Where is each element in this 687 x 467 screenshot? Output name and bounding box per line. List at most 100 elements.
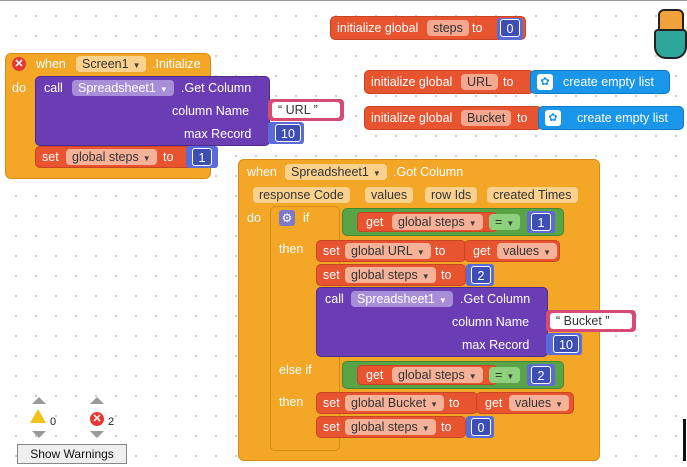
number-block[interactable]: 0 bbox=[466, 416, 494, 438]
method-name: .Get Column bbox=[460, 292, 531, 306]
show-warnings-button[interactable]: Show Warnings bbox=[17, 444, 127, 464]
component-dropdown[interactable]: Screen1 ▼ bbox=[76, 56, 147, 72]
error-icon[interactable]: ✕ bbox=[12, 57, 26, 71]
var-name-steps[interactable]: steps bbox=[427, 20, 469, 36]
number-value[interactable]: 2 bbox=[471, 266, 491, 284]
gear-icon[interactable]: ⚙ bbox=[279, 210, 295, 226]
chevron-down-icon: ▼ bbox=[468, 372, 477, 381]
param-max-record-label: max Record bbox=[462, 338, 530, 352]
number-value[interactable]: 1 bbox=[192, 148, 212, 166]
var-name-bucket[interactable]: Bucket bbox=[461, 110, 512, 126]
variable-dropdown[interactable]: global URL ▼ bbox=[345, 243, 431, 259]
variable-dropdown[interactable]: values ▼ bbox=[497, 243, 558, 259]
variable-dropdown[interactable]: values ▼ bbox=[509, 395, 570, 411]
call-get-column-block[interactable]: call Spreadsheet1 ▼ .Get Column column Na… bbox=[35, 76, 270, 146]
create-empty-list-label: create empty list bbox=[563, 75, 655, 89]
set-global-url-block[interactable]: set global URL ▼ to bbox=[316, 240, 466, 262]
operator-dropdown[interactable]: = ▼ bbox=[489, 367, 521, 383]
gear-icon[interactable]: ✿ bbox=[545, 110, 561, 126]
variable-name: global steps bbox=[398, 215, 465, 229]
call-label: call bbox=[325, 292, 344, 306]
number-block[interactable]: 1 bbox=[527, 211, 555, 233]
create-empty-list-block[interactable]: ✿ create empty list bbox=[538, 106, 684, 130]
variable-name: global Bucket bbox=[351, 396, 427, 410]
set-global-bucket-block[interactable]: set global Bucket ▼ to bbox=[316, 392, 478, 414]
variable-dropdown[interactable]: global Bucket ▼ bbox=[345, 395, 444, 411]
event-param[interactable]: response Code bbox=[253, 187, 350, 203]
do-label: do bbox=[12, 81, 26, 95]
compare-block[interactable]: get global steps ▼ = ▼ 1 bbox=[342, 208, 564, 236]
error-down-arrow-icon[interactable] bbox=[90, 431, 104, 438]
number-value[interactable]: 2 bbox=[531, 366, 551, 384]
warning-down-arrow-icon[interactable] bbox=[32, 431, 46, 438]
warning-count: 0 bbox=[50, 416, 57, 428]
get-variable-block[interactable]: get global steps ▼ bbox=[357, 212, 497, 232]
create-empty-list-block[interactable]: ✿ create empty list bbox=[530, 70, 670, 94]
event-param[interactable]: created Times bbox=[487, 187, 578, 203]
gear-icon[interactable]: ✿ bbox=[537, 74, 553, 90]
error-count: 2 bbox=[108, 416, 115, 428]
init-global-label: initialize global bbox=[371, 111, 453, 125]
variable-dropdown[interactable]: global steps ▼ bbox=[392, 367, 483, 383]
when-label: when bbox=[36, 57, 66, 71]
component-dropdown[interactable]: Spreadsheet1 ▼ bbox=[351, 291, 453, 307]
init-global-url-block[interactable]: initialize global URL to bbox=[364, 70, 534, 94]
component-dropdown[interactable]: Spreadsheet1 ▼ bbox=[285, 164, 387, 180]
variable-name: values bbox=[515, 396, 552, 410]
init-global-steps-block[interactable]: initialize global steps to 0 bbox=[330, 16, 526, 40]
event-param[interactable]: row Ids bbox=[425, 187, 478, 203]
number-value[interactable]: 10 bbox=[553, 335, 579, 353]
backpack-icon[interactable] bbox=[652, 3, 687, 61]
variable-dropdown[interactable]: global steps ▼ bbox=[392, 214, 483, 230]
get-variable-block[interactable]: get global steps ▼ bbox=[357, 365, 497, 385]
component-name: Screen1 bbox=[82, 57, 129, 71]
number-block[interactable]: 1 bbox=[186, 146, 218, 168]
backpack-top-icon bbox=[658, 9, 684, 31]
number-value[interactable]: 0 bbox=[471, 418, 491, 436]
number-block[interactable]: 10 bbox=[546, 333, 582, 355]
number-block[interactable]: 10 bbox=[268, 122, 304, 144]
get-values-block[interactable]: get values ▼ bbox=[464, 240, 560, 262]
param-max-record-label: max Record bbox=[184, 127, 252, 141]
number-block[interactable]: 0 bbox=[497, 18, 523, 40]
init-global-label: initialize global bbox=[371, 75, 453, 89]
compare-block[interactable]: get global steps ▼ = ▼ 2 bbox=[342, 361, 564, 389]
variable-dropdown[interactable]: global steps ▼ bbox=[345, 419, 436, 435]
var-name-url[interactable]: URL bbox=[461, 74, 499, 90]
variable-dropdown[interactable]: global steps ▼ bbox=[345, 267, 436, 283]
to-label: to bbox=[163, 150, 174, 164]
to-label: to bbox=[441, 420, 452, 434]
event-param[interactable]: values bbox=[365, 187, 414, 203]
number-value[interactable]: 0 bbox=[500, 19, 520, 37]
text-string-value[interactable]: “ URL ” bbox=[272, 102, 340, 118]
string-text: URL bbox=[285, 103, 311, 117]
warning-up-arrow-icon[interactable] bbox=[32, 397, 46, 404]
init-global-bucket-block[interactable]: initialize global Bucket to bbox=[364, 106, 542, 130]
error-up-arrow-icon[interactable] bbox=[90, 397, 104, 404]
set-global-steps-block[interactable]: set global steps ▼ to bbox=[316, 264, 466, 286]
string-text: Bucket bbox=[563, 314, 602, 328]
to-label: to bbox=[449, 396, 460, 410]
number-block[interactable]: 2 bbox=[527, 364, 555, 386]
number-block[interactable]: 2 bbox=[466, 264, 494, 286]
init-global-label: initialize global bbox=[337, 21, 419, 35]
number-value[interactable]: 10 bbox=[275, 124, 301, 142]
operator-dropdown[interactable]: = ▼ bbox=[489, 214, 521, 230]
to-label: to bbox=[472, 21, 483, 35]
chevron-down-icon: ▼ bbox=[372, 169, 381, 178]
get-values-block[interactable]: get values ▼ bbox=[476, 392, 574, 414]
variable-dropdown[interactable]: global steps ▼ bbox=[66, 149, 157, 165]
chevron-down-icon: ▼ bbox=[506, 372, 515, 381]
text-string-block[interactable]: “ Bucket ” bbox=[546, 310, 636, 332]
get-label: get bbox=[366, 368, 384, 382]
variable-name: global steps bbox=[398, 368, 465, 382]
set-label: set bbox=[323, 268, 340, 282]
component-dropdown[interactable]: Spreadsheet1 ▼ bbox=[72, 80, 174, 96]
call-get-column-block[interactable]: call Spreadsheet1 ▼ .Get Column column Na… bbox=[316, 287, 548, 357]
set-global-steps-block[interactable]: set global steps ▼ to bbox=[316, 416, 466, 438]
number-value[interactable]: 1 bbox=[531, 213, 551, 231]
text-string-value[interactable]: “ Bucket ” bbox=[550, 313, 632, 329]
chevron-down-icon: ▼ bbox=[416, 248, 425, 257]
do-label: do bbox=[247, 211, 261, 225]
text-string-block[interactable]: “ URL ” bbox=[268, 99, 344, 121]
